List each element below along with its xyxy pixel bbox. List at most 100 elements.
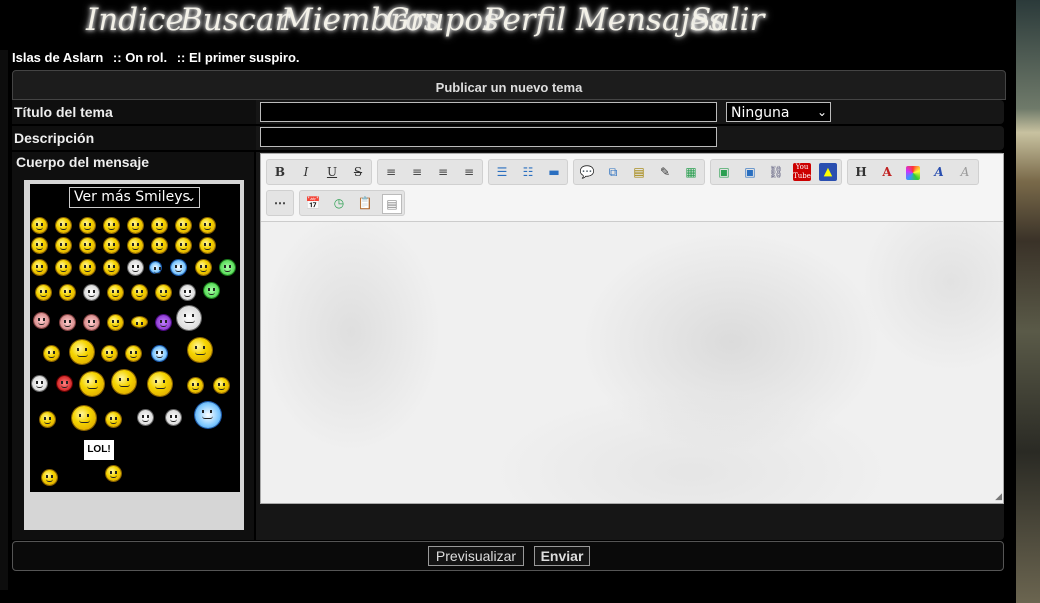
source-mode-icon[interactable]: ▤: [382, 194, 402, 214]
smiley-icon[interactable]: [42, 470, 57, 485]
smiley-icon[interactable]: [152, 346, 167, 361]
flash-icon[interactable]: ▲: [819, 163, 837, 181]
host-image-icon[interactable]: ▣: [741, 163, 759, 181]
smiley-icon[interactable]: [104, 218, 119, 233]
font-face-icon[interactable]: A: [930, 163, 948, 181]
smiley-icon[interactable]: [176, 238, 191, 253]
flower-smiley-icon[interactable]: [195, 402, 221, 428]
smiley-icon[interactable]: [36, 285, 51, 300]
nav-perfil[interactable]: Perfil: [483, 2, 566, 38]
smiley-icon[interactable]: [166, 410, 181, 425]
smiley-icon[interactable]: [132, 317, 147, 329]
smiley-icon[interactable]: [60, 315, 75, 330]
smiley-icon[interactable]: [152, 218, 167, 233]
smiley-icon[interactable]: [40, 412, 55, 427]
horizontal-rule-icon[interactable]: ▬: [545, 163, 563, 181]
resize-grip-icon[interactable]: ◢: [995, 492, 1002, 502]
remove-format-icon[interactable]: A: [956, 163, 974, 181]
smiley-icon[interactable]: [214, 378, 229, 393]
smiley-icon[interactable]: [32, 238, 47, 253]
smiley-icon[interactable]: [72, 406, 96, 430]
smiley-icon[interactable]: [80, 260, 95, 275]
smiley-icon[interactable]: [188, 378, 203, 393]
nav-buscar[interactable]: Buscar: [180, 2, 289, 38]
underline-button[interactable]: U: [323, 163, 341, 181]
heart-icon[interactable]: [196, 260, 211, 275]
smiley-icon[interactable]: [102, 346, 117, 361]
message-editor[interactable]: B I U S ≡ ≡ ≡ ≡ ☰ ☷ ▬ 💬 ⧉ ▤ ✎ ▦ ▣ ▣ ⛓ Yo…: [260, 153, 1004, 504]
heading-button[interactable]: H: [852, 163, 870, 181]
smiley-icon[interactable]: [32, 260, 47, 275]
font-size-icon[interactable]: A: [878, 163, 896, 181]
strikethrough-button[interactable]: S: [349, 163, 367, 181]
nav-indice[interactable]: Indice: [86, 2, 184, 38]
alien-icon[interactable]: [204, 283, 219, 298]
smiley-icon[interactable]: [148, 372, 172, 396]
smiley-icon[interactable]: [84, 285, 99, 300]
bullet-list-icon[interactable]: ☰: [493, 163, 511, 181]
smiley-icon[interactable]: [70, 340, 94, 364]
nav-grupos[interactable]: Grupos: [385, 2, 499, 38]
smiley-icon[interactable]: [56, 238, 71, 253]
smiley-icon[interactable]: [132, 285, 147, 300]
smiley-icon[interactable]: [156, 315, 171, 330]
topic-icon-select[interactable]: Ninguna ⌄: [726, 102, 831, 122]
breadcrumb-topic[interactable]: :: El primer suspiro.: [177, 50, 300, 65]
spoiler-icon[interactable]: ▤: [630, 163, 648, 181]
color-palette-icon[interactable]: [904, 163, 922, 181]
code-icon[interactable]: ⧉: [604, 163, 622, 181]
smiley-icon[interactable]: [108, 285, 123, 300]
preview-button[interactable]: Previsualizar: [428, 546, 524, 566]
smiley-icon[interactable]: [104, 260, 119, 275]
italic-button[interactable]: I: [297, 163, 315, 181]
table-icon[interactable]: ▦: [682, 163, 700, 181]
align-justify-icon[interactable]: ≡: [460, 163, 478, 181]
more-options-icon[interactable]: ⋯: [271, 194, 289, 212]
more-smileys-select[interactable]: Ver más Smileys ⌄: [69, 187, 200, 208]
title-input[interactable]: [260, 102, 717, 122]
smiley-icon[interactable]: [128, 238, 143, 253]
smiley-icon[interactable]: [128, 260, 143, 275]
smiley-icon[interactable]: [177, 306, 201, 330]
star-icon[interactable]: [150, 262, 161, 274]
smiley-icon[interactable]: [152, 238, 167, 253]
submit-button[interactable]: Enviar: [534, 546, 590, 566]
hide-icon[interactable]: ✎: [656, 163, 674, 181]
smiley-icon[interactable]: [32, 376, 47, 391]
description-input[interactable]: [260, 127, 717, 147]
breadcrumb-category[interactable]: :: On rol.: [113, 50, 167, 65]
smiley-icon[interactable]: [32, 218, 47, 233]
time-icon[interactable]: ◷: [330, 194, 348, 212]
smiley-icon[interactable]: [176, 218, 191, 233]
align-center-icon[interactable]: ≡: [408, 163, 426, 181]
smiley-icon[interactable]: [188, 338, 212, 362]
align-right-icon[interactable]: ≡: [434, 163, 452, 181]
quote-icon[interactable]: 💬: [578, 163, 596, 181]
smiley-icon[interactable]: [220, 260, 235, 275]
smiley-icon[interactable]: [80, 218, 95, 233]
align-left-icon[interactable]: ≡: [382, 163, 400, 181]
lol-sign-smiley[interactable]: LOL!: [84, 440, 114, 460]
smiley-icon[interactable]: [126, 346, 141, 361]
smiley-icon[interactable]: [200, 218, 215, 233]
smiley-icon[interactable]: [44, 346, 59, 361]
image-icon[interactable]: ▣: [715, 163, 733, 181]
smiley-icon[interactable]: [200, 238, 215, 253]
smiley-icon[interactable]: [57, 376, 72, 391]
smiley-icon[interactable]: [138, 410, 153, 425]
youtube-icon[interactable]: You Tube: [793, 163, 811, 181]
date-icon[interactable]: 📅: [304, 194, 322, 212]
nav-salir[interactable]: Salir: [690, 2, 764, 38]
smiley-icon[interactable]: [34, 313, 49, 328]
smiley-icon[interactable]: [171, 260, 186, 275]
smiley-icon[interactable]: [106, 466, 121, 481]
editor-content-area[interactable]: [261, 222, 1003, 503]
smiley-icon[interactable]: [128, 218, 143, 233]
smiley-icon[interactable]: [56, 260, 71, 275]
smiley-icon[interactable]: [84, 315, 99, 330]
numbered-list-icon[interactable]: ☷: [519, 163, 537, 181]
smiley-icon[interactable]: [106, 412, 121, 427]
link-icon[interactable]: ⛓: [767, 163, 785, 181]
smiley-icon[interactable]: [156, 285, 171, 300]
smiley-icon[interactable]: [80, 238, 95, 253]
